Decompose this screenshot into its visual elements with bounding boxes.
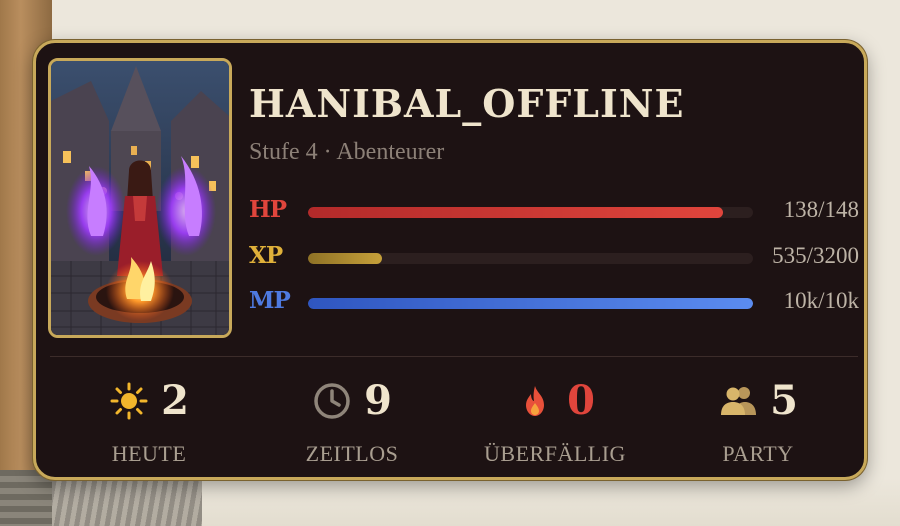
party-count: 5 — [770, 377, 798, 424]
today-count: 2 — [161, 377, 189, 424]
today-label: HEUTE — [111, 441, 187, 466]
timeless-label: ZEITLOS — [305, 441, 399, 466]
xp-value: 535/3200 — [772, 243, 859, 268]
clock-icon — [312, 381, 352, 421]
hp-value: 138/148 — [783, 197, 859, 222]
sun-icon — [109, 381, 149, 421]
background-floor — [52, 478, 900, 526]
hp-bar-track — [308, 207, 753, 218]
mp-bar-track — [308, 298, 753, 309]
party-icon — [718, 381, 758, 421]
avatar-illustration — [51, 61, 229, 335]
mp-bar-fill — [308, 298, 753, 309]
hp-bar-fill — [308, 207, 723, 218]
hp-label: HP — [249, 196, 287, 223]
counter-overdue[interactable]: 0 ÜBERFÄLLIG — [465, 376, 645, 476]
card-divider — [50, 356, 858, 357]
fire-icon — [515, 381, 555, 421]
timeless-count: 9 — [364, 377, 392, 424]
xp-stat: XP 535/3200 — [249, 242, 859, 272]
hp-stat: HP 138/148 — [249, 196, 859, 226]
xp-label: XP — [249, 242, 283, 269]
player-name: HANIBAL_OFFLINE — [249, 81, 685, 126]
player-level-class: Stufe 4 · Abenteurer — [249, 139, 445, 165]
player-card: HANIBAL_OFFLINE Stufe 4 · Abenteurer HP … — [33, 40, 867, 480]
counter-today[interactable]: 2 HEUTE — [59, 376, 239, 476]
mp-value: 10k/10k — [783, 288, 859, 313]
xp-bar-track — [308, 253, 753, 264]
overdue-label: ÜBERFÄLLIG — [484, 441, 626, 466]
mp-label: MP — [249, 287, 291, 314]
overdue-count: 0 — [567, 377, 595, 424]
player-avatar[interactable] — [48, 58, 232, 338]
xp-bar-fill — [308, 253, 383, 264]
party-label: PARTY — [722, 441, 794, 466]
counter-timeless[interactable]: 9 ZEITLOS — [262, 376, 442, 476]
mp-stat: MP 10k/10k — [249, 287, 859, 317]
counter-party[interactable]: 5 PARTY — [668, 376, 848, 476]
